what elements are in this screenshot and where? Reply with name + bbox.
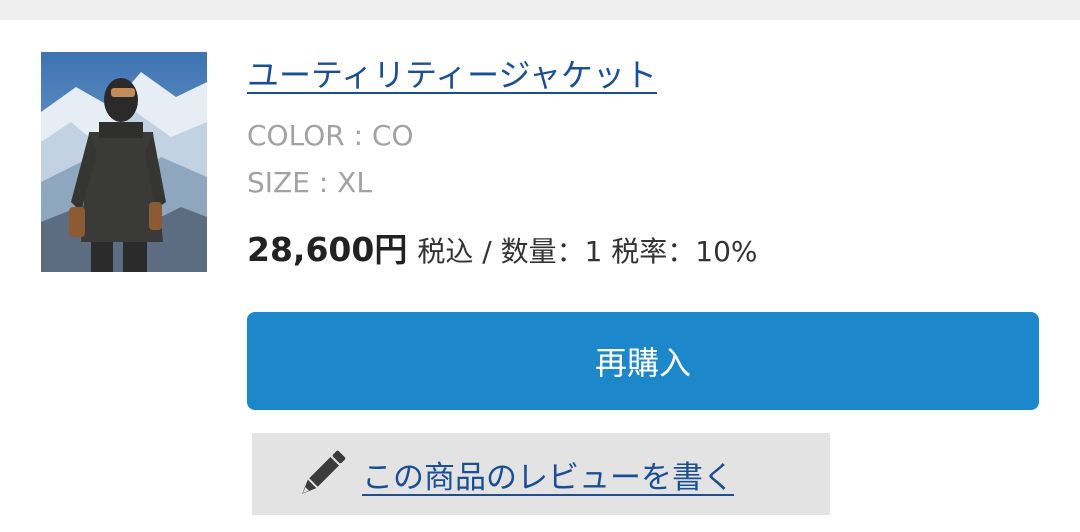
pencil-icon <box>302 450 346 494</box>
product-thumbnail[interactable] <box>41 52 207 272</box>
price-row: 28,600円 税込 / 数量：1 税率：10% <box>247 228 758 278</box>
rebuy-button[interactable]: 再購入 <box>247 312 1039 410</box>
order-item-card: ユーティリティージャケット COLOR : CO SIZE : XL 28,60… <box>0 20 1080 532</box>
price-meta: 税込 / 数量：1 税率：10% <box>417 235 758 268</box>
write-review-button[interactable]: この商品のレビューを書く <box>252 433 830 515</box>
product-color: COLOR : CO <box>247 119 414 152</box>
product-photo <box>41 52 207 272</box>
rebuy-button-label: 再購入 <box>594 344 691 382</box>
top-divider-band <box>0 0 1080 20</box>
write-review-link[interactable]: この商品のレビューを書く <box>362 452 734 497</box>
product-size: SIZE : XL <box>247 166 372 199</box>
product-price: 28,600円 <box>247 230 408 269</box>
product-title-link[interactable]: ユーティリティージャケット <box>247 53 657 97</box>
